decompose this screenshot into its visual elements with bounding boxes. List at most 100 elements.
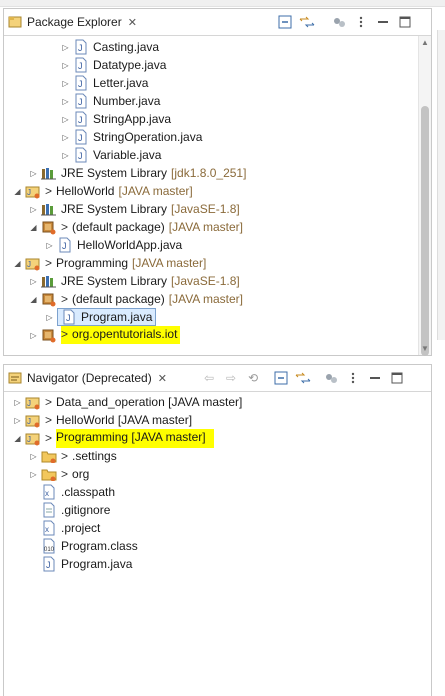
nav-file-classpath[interactable]: x .classpath (41, 483, 115, 501)
collapse-icon[interactable]: ◢ (28, 295, 39, 304)
nav-project-data-and-operation[interactable]: ▷ J > Data_and_operation [JAVA master] (12, 393, 242, 411)
expand-icon[interactable]: ▷ (28, 331, 39, 340)
git-status-marker: > (45, 431, 53, 445)
tree-item-label: Casting.java (93, 40, 160, 54)
tree-item-label: .gitignore (61, 503, 111, 517)
tree-item-label: .project (61, 521, 101, 535)
expand-icon[interactable]: ▷ (60, 43, 71, 52)
minimize-icon[interactable] (374, 13, 392, 31)
tree-item-label: Programming (56, 256, 129, 270)
minimize-icon[interactable] (366, 369, 384, 387)
nav-file-program-java[interactable]: J Program.java (41, 555, 132, 573)
tree-item-variable[interactable]: ▷ J Variable.java (60, 146, 161, 164)
svg-text:J: J (78, 79, 83, 89)
tree-item-jre-library-2[interactable]: ▷ JRE System Library [JavaSE-1.8] (28, 200, 239, 218)
collapse-icon[interactable]: ◢ (28, 223, 39, 232)
expand-icon[interactable]: ▷ (12, 398, 23, 407)
svg-text:J: J (46, 560, 51, 570)
side-scroll-gutter (437, 30, 445, 340)
tree-item-stringoperation[interactable]: ▷ J StringOperation.java (60, 128, 202, 146)
tree-item-jre-library-1[interactable]: ▷ JRE System Library [jdk1.8.0_251] (28, 164, 246, 182)
tree-item-datatype[interactable]: ▷ J Datatype.java (60, 56, 166, 74)
expand-icon[interactable]: ▷ (28, 277, 39, 286)
expand-icon[interactable]: ▷ (60, 115, 71, 124)
nav-file-program-class[interactable]: 010 Program.class (41, 537, 138, 555)
folder-icon (41, 448, 57, 464)
scroll-down-icon[interactable]: ▼ (419, 344, 431, 353)
nav-folder-settings[interactable]: ▷ > .settings (28, 447, 117, 465)
scroll-up-icon[interactable]: ▲ (419, 38, 431, 47)
nav-project-helloworld[interactable]: ▷ J > HelloWorld [JAVA master] (12, 411, 192, 429)
expand-icon[interactable]: ▷ (28, 470, 39, 479)
view-menu-icon[interactable] (344, 369, 362, 387)
tree-item-label: Programming [JAVA master] (56, 428, 214, 448)
nav-folder-org[interactable]: ▷ > org (28, 465, 89, 483)
tree-item-org-opentutorials[interactable]: ▷ > org.opentutorials.iot (28, 326, 181, 344)
close-icon[interactable]: ✕ (158, 372, 167, 385)
project-helloworld[interactable]: ◢ J > HelloWorld [JAVA master] (12, 182, 193, 200)
tree-item-label: Program.class (61, 539, 138, 553)
collapse-icon[interactable]: ◢ (12, 434, 23, 443)
expand-icon[interactable]: ▷ (44, 313, 55, 322)
maximize-icon[interactable] (388, 369, 406, 387)
project-icon: J (25, 430, 41, 446)
package-explorer-icon (8, 15, 22, 29)
nav-file-project[interactable]: x .project (41, 519, 100, 537)
navigator-tabbar: Navigator (Deprecated) ✕ ⇦ ⇨ ⟲ (4, 365, 431, 392)
expand-icon[interactable]: ▷ (28, 452, 39, 461)
maximize-icon[interactable] (396, 13, 414, 31)
collapse-icon[interactable]: ◢ (12, 259, 23, 268)
filters-icon[interactable] (330, 13, 348, 31)
expand-icon[interactable]: ▷ (60, 61, 71, 70)
tree-item-program-java[interactable]: ▷ J Program.java (44, 308, 157, 326)
collapse-all-icon[interactable] (276, 13, 294, 31)
top-toolbar-strip (0, 0, 445, 7)
tree-item-label: Datatype.java (93, 58, 167, 72)
scrollbar-thumb[interactable] (421, 106, 429, 356)
tree-item-label: org.opentutorials.iot (72, 327, 178, 341)
project-programming[interactable]: ◢ J > Programming [JAVA master] (12, 254, 206, 272)
view-menu-icon[interactable] (352, 13, 370, 31)
tree-item-casting[interactable]: ▷ J Casting.java (60, 38, 159, 56)
expand-icon[interactable]: ▷ (60, 97, 71, 106)
expand-icon[interactable]: ▷ (60, 133, 71, 142)
collapse-all-icon[interactable] (272, 369, 290, 387)
vertical-scrollbar[interactable]: ▲ ▼ (418, 36, 431, 356)
tree-item-label: .classpath (61, 485, 116, 499)
expand-icon[interactable]: ▷ (60, 79, 71, 88)
tree-item-label: Data_and_operation [JAVA master] (56, 395, 243, 409)
forward-icon[interactable]: ⇨ (222, 369, 240, 387)
filters-icon[interactable] (322, 369, 340, 387)
svg-text:J: J (27, 435, 31, 444)
tab-navigator[interactable]: Navigator (Deprecated) ✕ (4, 365, 173, 391)
svg-text:010: 010 (44, 547, 55, 553)
expand-icon[interactable]: ▷ (44, 241, 55, 250)
tree-item-default-package-1[interactable]: ◢ > (default package) [JAVA master] (28, 218, 243, 236)
tree-item-letter[interactable]: ▷ J Letter.java (60, 74, 148, 92)
svg-text:J: J (78, 43, 83, 53)
nav-project-programming[interactable]: ◢ J > Programming [JAVA master] (12, 428, 214, 448)
link-with-editor-icon[interactable] (294, 369, 312, 387)
library-icon (41, 165, 57, 181)
tree-item-number[interactable]: ▷ J Number.java (60, 92, 160, 110)
tree-item-stringapp[interactable]: ▷ J StringApp.java (60, 110, 171, 128)
expand-icon[interactable]: ▷ (60, 151, 71, 160)
expand-icon[interactable]: ▷ (28, 169, 39, 178)
expand-icon[interactable]: ▷ (12, 416, 23, 425)
go-up-icon[interactable]: ⟲ (244, 369, 262, 387)
tree-item-default-package-2[interactable]: ◢ > (default package) [JAVA master] (28, 290, 243, 308)
project-icon: J (25, 394, 41, 410)
navigator-view: Navigator (Deprecated) ✕ ⇦ ⇨ ⟲ ▷ J > Dat… (3, 364, 432, 696)
tab-package-explorer[interactable]: Package Explorer ✕ (4, 9, 143, 35)
link-with-editor-icon[interactable] (298, 13, 316, 31)
tree-item-helloworldapp[interactable]: ▷ J HelloWorldApp.java (44, 236, 182, 254)
nav-file-gitignore[interactable]: .gitignore (41, 501, 110, 519)
selected-item[interactable]: J Program.java (57, 308, 157, 326)
expand-icon[interactable]: ▷ (28, 205, 39, 214)
navigator-icon (8, 371, 22, 385)
close-icon[interactable]: ✕ (128, 16, 137, 29)
xml-file-icon: x (41, 484, 57, 500)
back-icon[interactable]: ⇦ (200, 369, 218, 387)
collapse-icon[interactable]: ◢ (12, 187, 23, 196)
tree-item-jre-library-3[interactable]: ▷ JRE System Library [JavaSE-1.8] (28, 272, 239, 290)
